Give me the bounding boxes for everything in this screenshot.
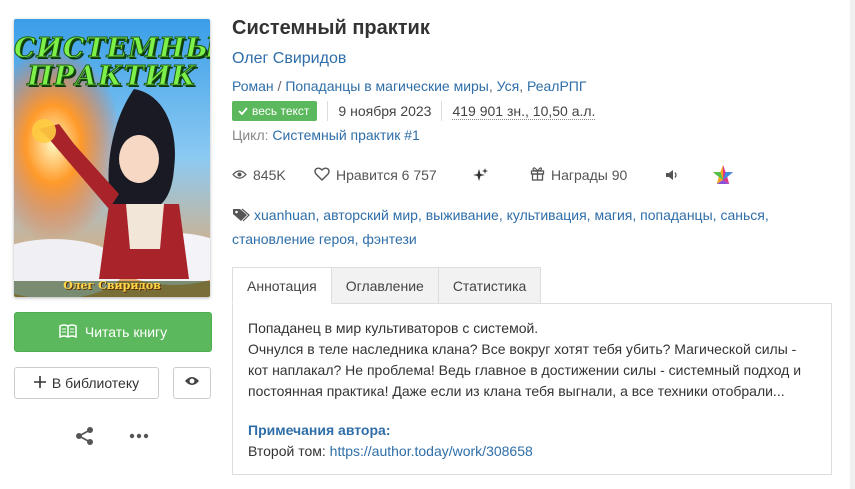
tag-link[interactable]: xuanhuan xyxy=(254,207,316,223)
genre-link[interactable]: РеалРПГ xyxy=(527,78,586,94)
tag-link[interactable]: фэнтези xyxy=(362,231,416,247)
tab-annotation[interactable]: Аннотация xyxy=(232,267,332,304)
tag-list: xuanhuan, авторский мир, выживание, куль… xyxy=(232,206,769,247)
cover-title-line2: ПРАКТИК xyxy=(27,61,197,93)
tag-link[interactable]: попаданцы xyxy=(640,207,713,223)
cycle-label: Цикл: xyxy=(232,127,269,143)
awards-button[interactable]: Награды 90 xyxy=(530,164,627,186)
plus-icon xyxy=(33,375,46,391)
gift-icon xyxy=(530,166,545,184)
author-notes-label: Второй том: xyxy=(248,443,326,459)
tag-link[interactable]: становление героя xyxy=(232,231,355,247)
tag-link[interactable]: культивация xyxy=(507,207,587,223)
check-icon xyxy=(238,104,248,118)
cycle-link[interactable]: Системный практик #1 xyxy=(272,127,419,143)
tag-link[interactable]: авторский мир xyxy=(323,207,418,223)
divider xyxy=(327,101,329,121)
status-badge-label: весь текст xyxy=(252,104,310,118)
annotation-panel: Попаданец в мир культиваторов с системой… xyxy=(232,303,832,475)
annotation-text: Очнулся в теле наследника клана? Все вок… xyxy=(248,341,802,399)
cover-title-line1: СИСТЕМНЫЙ xyxy=(14,33,210,65)
add-to-library-button[interactable]: В библиотеку xyxy=(14,367,159,399)
tab-contents[interactable]: Оглавление xyxy=(330,267,439,304)
tag-link[interactable]: магия xyxy=(594,207,632,223)
more-icon[interactable] xyxy=(128,430,150,442)
genre-separator: , xyxy=(519,78,527,94)
genre-list: Роман / Попаданцы в магические миры, Уся… xyxy=(232,78,586,94)
star-icon[interactable] xyxy=(712,164,734,186)
content-tabs: Аннотация Оглавление Статистика xyxy=(232,267,542,304)
status-badge: весь текст xyxy=(232,101,318,121)
book-meta: весь текст 9 ноября 2023 419 901 зн., 10… xyxy=(232,100,596,122)
read-book-label: Читать книгу xyxy=(84,324,168,340)
second-volume-link[interactable]: https://author.today/work/308658 xyxy=(330,443,533,459)
genre-link[interactable]: Попаданцы в магические миры xyxy=(285,78,489,94)
author-notes: Второй том: https://author.today/work/30… xyxy=(248,441,816,462)
eye-icon xyxy=(232,167,247,183)
views-stat: 845K xyxy=(232,164,286,186)
share-icon[interactable] xyxy=(74,425,96,447)
tag-icon xyxy=(232,206,250,228)
read-book-button[interactable]: Читать книгу xyxy=(14,312,212,352)
genre-separator: , xyxy=(488,78,497,94)
heart-icon xyxy=(314,167,330,184)
tag-link[interactable]: выживание xyxy=(426,207,499,223)
genre-separator: / xyxy=(273,78,286,94)
genre-link[interactable]: Роман xyxy=(232,78,274,94)
annotation-text: Попаданец в мир культиваторов с системой… xyxy=(248,320,539,336)
likes-button[interactable]: Нравится 6 757 xyxy=(314,164,437,186)
views-count: 845K xyxy=(253,167,286,183)
sparkle-icon[interactable] xyxy=(473,164,489,186)
cover-author: Олег Свиридов xyxy=(63,279,161,292)
author-link[interactable]: Олег Свиридов xyxy=(232,50,346,68)
awards-count: Награды 90 xyxy=(551,167,628,183)
publish-date: 9 ноября 2023 xyxy=(338,103,432,119)
volume-icon[interactable] xyxy=(665,164,679,186)
page-edge xyxy=(850,0,855,489)
likes-count: Нравится 6 757 xyxy=(336,167,437,183)
book-icon xyxy=(59,323,77,341)
eye-icon xyxy=(184,374,200,392)
add-to-library-label: В библиотеку xyxy=(51,375,140,391)
author-notes-heading: Примечания автора: xyxy=(248,422,391,438)
book-size: 419 901 зн., 10,50 а.л. xyxy=(452,102,596,120)
book-title: Системный практик xyxy=(232,17,430,39)
book-panel: СИСТЕМНЫЙ ПРАКТИК Олег Свиридов Читать к… xyxy=(0,0,850,489)
genre-link[interactable]: Уся xyxy=(497,78,520,94)
tag-link[interactable]: санься xyxy=(720,207,764,223)
cycle-info: Цикл: Системный практик #1 xyxy=(232,127,420,143)
divider xyxy=(441,101,443,121)
follow-button[interactable] xyxy=(173,367,211,399)
book-cover[interactable]: СИСТЕМНЫЙ ПРАКТИК Олег Свиридов xyxy=(14,19,210,297)
tab-statistics[interactable]: Статистика xyxy=(437,267,542,304)
